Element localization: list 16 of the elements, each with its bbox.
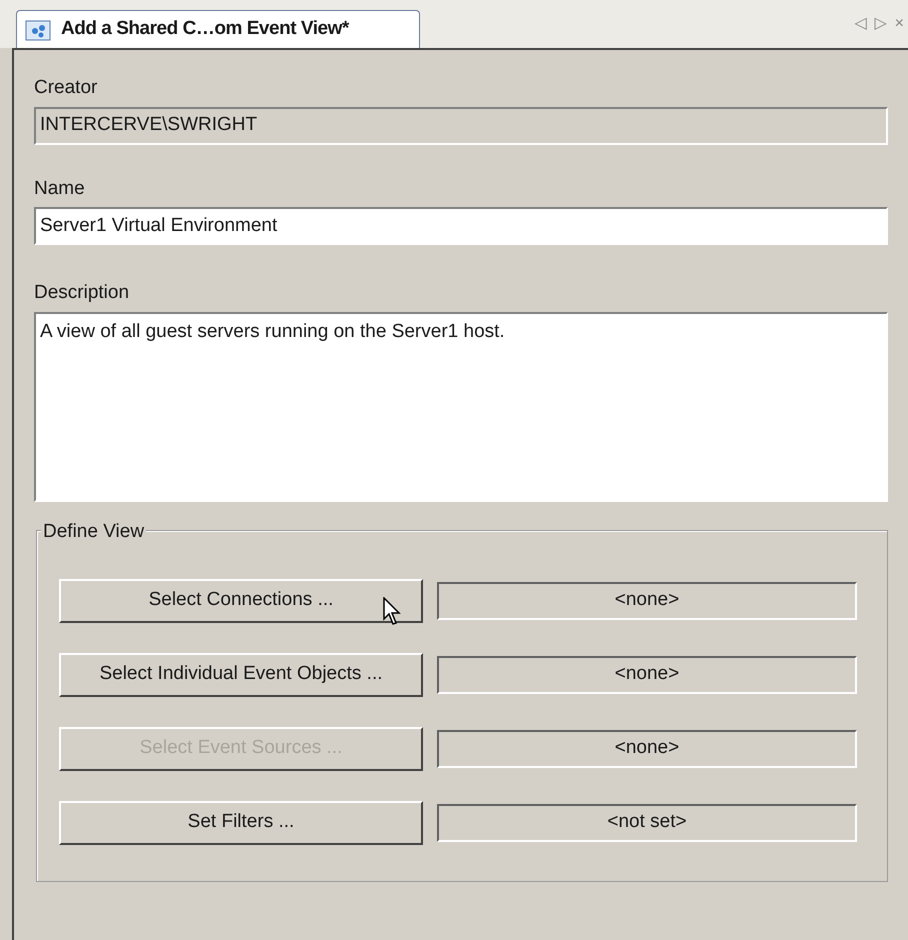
field-label: Name — [34, 176, 86, 200]
define-view-button[interactable]: Set Filters ... — [59, 800, 423, 844]
define-view-button[interactable]: Select Individual Event Objects ... — [59, 652, 423, 696]
define-view-button[interactable]: Select Connections ... — [59, 578, 423, 622]
view-icon — [25, 18, 53, 42]
tab-title: Add a Shared C…om Event View* — [61, 17, 349, 42]
field-label: Creator — [34, 76, 98, 100]
mouse-cursor-icon — [383, 596, 403, 626]
value-field: <none> — [437, 730, 857, 768]
value-field: <none> — [437, 656, 857, 694]
value-field: <none> — [437, 582, 857, 620]
value-field: <not set> — [437, 804, 857, 842]
field-label: Description — [34, 281, 130, 305]
name-field[interactable]: Server1 Virtual Environment — [34, 207, 888, 245]
description-field[interactable]: A view of all guest servers running on the Server1 host. — [34, 312, 888, 502]
document-tab[interactable]: Add a Shared C…om Event View* — [16, 10, 420, 48]
